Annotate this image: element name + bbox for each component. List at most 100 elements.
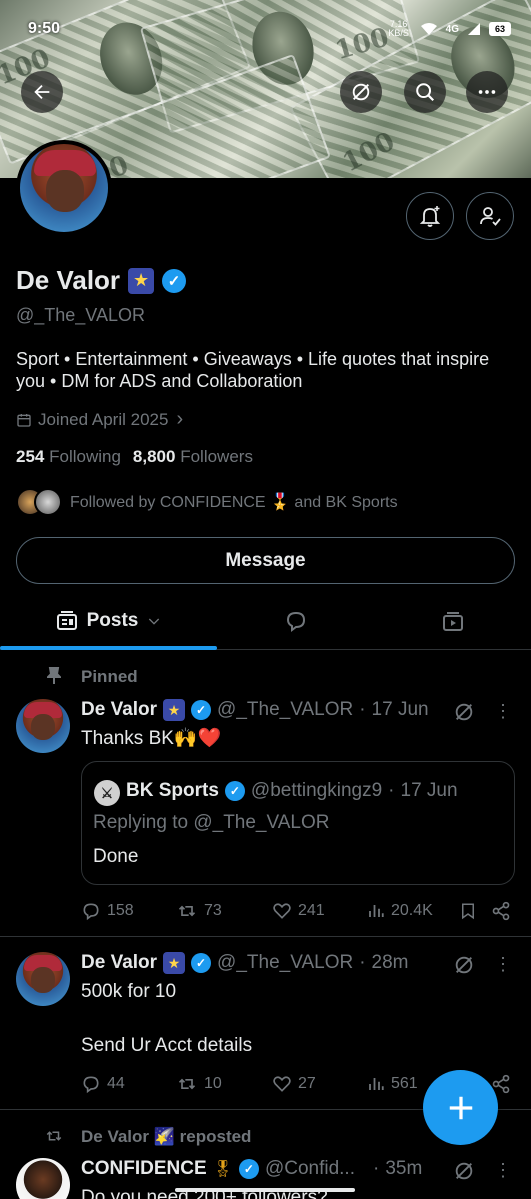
repost-button[interactable]: 10 — [176, 1074, 272, 1094]
quote-time: 17 Jun — [400, 780, 458, 801]
joined-label: Joined April 2025 — [38, 409, 169, 429]
verified-badge-icon: ✓ — [224, 781, 245, 801]
tweet-more-icon[interactable]: ⋮ — [494, 1160, 513, 1181]
tweet-header: De Valor ★ ✓ @_The_VALOR · 28m — [81, 952, 409, 974]
user-check-icon — [480, 207, 501, 226]
signal-label: 4G — [445, 23, 459, 35]
tab-media[interactable] — [374, 592, 531, 650]
joined-date[interactable]: Joined April 2025 › — [16, 408, 183, 431]
compose-button[interactable] — [423, 1070, 498, 1145]
tweet-time: 35m — [385, 1158, 423, 1179]
views-icon — [369, 1078, 384, 1090]
status-bar: 9:50 7.16 KB/S 4G 63 — [28, 18, 511, 40]
views-button[interactable]: 20.4K — [367, 902, 459, 920]
tweet-text-line-1: 500k for 10 — [81, 981, 177, 1002]
wifi-icon — [420, 22, 438, 36]
heart-icon — [273, 903, 291, 919]
shooting-star-emoji: ★ — [163, 699, 186, 721]
reply-icon — [83, 903, 99, 921]
more-horizontal-icon — [478, 90, 496, 94]
followed-by-text: Followed by CONFIDENCE 🎖️ and BK Sports — [70, 494, 398, 511]
grok-button[interactable] — [340, 71, 382, 113]
quote-author: BK Sports — [126, 780, 219, 801]
tweet-header: De Valor ★ ✓ @_The_VALOR · 17 Jun — [81, 699, 429, 721]
profile-tabs: Posts — [0, 592, 531, 650]
followers-stat[interactable]: 8,800 Followers — [133, 447, 253, 467]
reply-icon — [83, 1076, 99, 1094]
tweet-author[interactable]: De Valor — [81, 699, 157, 721]
tweet-author[interactable]: De Valor — [81, 952, 157, 974]
repost-button[interactable]: 73 — [176, 901, 272, 921]
tweet-handle: @_The_VALOR — [217, 699, 354, 720]
more-button[interactable] — [466, 71, 508, 113]
reply-button[interactable]: 158 — [81, 901, 176, 921]
tweet-avatar[interactable] — [16, 699, 70, 753]
views-icon — [369, 905, 384, 917]
pinned-label: Pinned — [81, 667, 138, 686]
share-icon — [492, 901, 510, 921]
tweet-text: Thanks BK🙌❤️ — [81, 728, 222, 749]
plus-icon — [449, 1096, 472, 1119]
like-button[interactable]: 27 — [272, 1074, 367, 1094]
arrow-left-icon — [34, 84, 50, 100]
signal-icon — [467, 22, 481, 36]
verified-badge-icon: ✓ — [191, 700, 212, 720]
message-button[interactable]: Message — [16, 537, 515, 584]
tweet-pinned[interactable]: Pinned De Valor ★ ✓ @_The_VALOR · 17 Jun… — [0, 651, 531, 937]
grok-icon[interactable] — [453, 701, 475, 723]
grok-icon[interactable] — [453, 954, 475, 976]
quote-replying: Replying to @_The_VALOR — [93, 812, 330, 833]
repost-indicator-icon — [43, 1127, 65, 1145]
repost-icon — [178, 905, 196, 917]
tweet-more-icon[interactable]: ⋮ — [494, 954, 513, 975]
net-speed: 7.16 KB/S — [388, 19, 409, 38]
verified-badge-icon[interactable]: ✓ — [162, 268, 187, 293]
notifications-button[interactable] — [406, 192, 454, 240]
battery-icon: 63 — [489, 22, 511, 36]
medal-emoji: 🎖 — [212, 1161, 233, 1178]
tab-active-indicator — [0, 646, 217, 650]
tweet-avatar[interactable] — [16, 952, 70, 1006]
profile-handle: @_The_VALOR — [16, 305, 145, 325]
profile-avatar[interactable] — [16, 140, 112, 236]
reply-button[interactable]: 44 — [81, 1074, 176, 1094]
status-time: 9:50 — [28, 20, 61, 37]
tweet-avatar[interactable] — [16, 1158, 70, 1199]
tweet-header: CONFIDENCE 🎖 ✓ @Confid... · 35m — [81, 1158, 423, 1180]
quote-text: Done — [93, 846, 139, 867]
tweet-actions: 158 73 241 20.4K — [81, 901, 521, 921]
tab-posts[interactable]: Posts — [0, 592, 217, 650]
profile-name-row: De Valor ★ ✓ — [16, 265, 187, 296]
bookmark-icon — [462, 903, 474, 920]
verified-badge-icon: ✓ — [191, 953, 212, 973]
grok-icon[interactable] — [453, 1160, 475, 1182]
home-indicator[interactable] — [175, 1188, 355, 1192]
tweet-more-icon[interactable]: ⋮ — [494, 701, 513, 722]
search-button[interactable] — [404, 71, 446, 113]
video-icon — [442, 612, 463, 631]
following-stat[interactable]: 254 Following — [16, 447, 121, 467]
back-button[interactable] — [21, 71, 63, 113]
pin-icon — [47, 667, 61, 685]
bell-plus-icon — [419, 206, 441, 227]
reply-bubble-icon — [286, 611, 305, 632]
tweet-author[interactable]: CONFIDENCE — [81, 1158, 207, 1180]
repost-icon — [178, 1078, 196, 1090]
search-icon — [416, 83, 435, 102]
follow-stats: 254 Following 8,800 Followers — [16, 447, 253, 467]
quoted-tweet[interactable]: ⚔ BK Sports ✓ @bettingkingz9 · 17 Jun Re… — [81, 761, 515, 885]
tweet-handle: @_The_VALOR — [217, 952, 354, 973]
calendar-icon — [17, 413, 31, 427]
quote-avatar: ⚔ — [94, 780, 120, 806]
bookmark-button[interactable] — [459, 901, 491, 921]
share-button[interactable] — [491, 901, 515, 921]
chevron-right-icon: › — [176, 408, 184, 430]
quote-handle: @bettingkingz9 — [250, 780, 383, 801]
follower-avatar — [34, 488, 62, 516]
followed-by[interactable]: Followed by CONFIDENCE 🎖️ and BK Sports — [16, 488, 398, 516]
tab-replies[interactable] — [217, 592, 374, 650]
profile-name: De Valor — [16, 265, 121, 295]
like-button[interactable]: 241 — [272, 901, 367, 921]
following-button[interactable] — [466, 192, 514, 240]
tab-posts-label: Posts — [86, 610, 139, 631]
